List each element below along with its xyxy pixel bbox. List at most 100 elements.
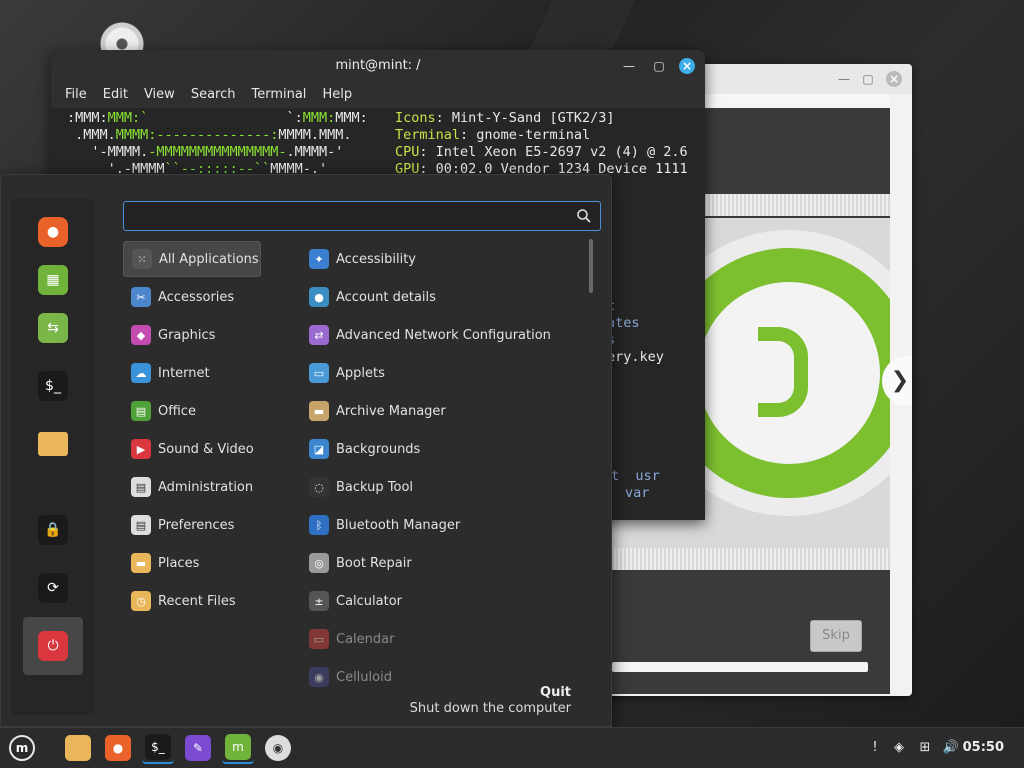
taskbar-firefox[interactable]: ● — [102, 732, 134, 764]
grid-icon: ⁙ — [132, 249, 152, 269]
app-item-calculator[interactable]: ± Calculator — [301, 583, 581, 619]
maximize-icon[interactable]: ▢ — [651, 58, 667, 74]
category-label: Places — [158, 555, 200, 571]
shield-icon[interactable]: ◈ — [890, 738, 908, 756]
minimize-icon[interactable]: — — [836, 71, 852, 87]
lock-screen-icon: 🔒 — [38, 515, 68, 545]
terminal-icon: $_ — [145, 734, 171, 760]
category-graphics[interactable]: ◆ Graphics — [123, 317, 265, 353]
neofetch-line: Icons: Mint-Y-Sand [GTK2/3] — [395, 110, 615, 126]
disc-icon: ◉ — [265, 735, 291, 761]
category-label: Recent Files — [158, 593, 236, 609]
description-title: Quit — [540, 685, 571, 700]
close-icon[interactable]: × — [679, 58, 695, 74]
graphics-icon: ◆ — [131, 325, 151, 345]
app-item-accessibility[interactable]: ✦ Accessibility — [301, 241, 581, 277]
category-label: Internet — [158, 365, 210, 381]
category-label: Preferences — [158, 517, 235, 533]
files-icon — [65, 735, 91, 761]
app-item-network-config[interactable]: ⇄ Advanced Network Configuration — [301, 317, 581, 353]
boot-repair-icon: ◎ — [309, 553, 329, 573]
app-label: Accessibility — [336, 251, 416, 267]
neofetch-line: Terminal: gnome-terminal — [395, 127, 591, 143]
app-item-backgrounds[interactable]: ◪ Backgrounds — [301, 431, 581, 467]
app-label: Backup Tool — [336, 479, 414, 495]
favorites-sidebar: ● ▦ ⇆ $_ 🔒 ⟳ ⏻ — [11, 199, 95, 715]
category-office[interactable]: ▤ Office — [123, 393, 265, 429]
app-item-bluetooth[interactable]: ᛒ Bluetooth Manager — [301, 507, 581, 543]
app-item-boot-repair[interactable]: ◎ Boot Repair — [301, 545, 581, 581]
search-box[interactable] — [123, 201, 601, 231]
app-item-applets[interactable]: ▭ Applets — [301, 355, 581, 391]
menu-view[interactable]: View — [136, 82, 183, 108]
search-input[interactable] — [132, 207, 562, 225]
category-sound-video[interactable]: ▶ Sound & Video — [123, 431, 265, 467]
applets-icon: ▭ — [309, 363, 329, 383]
backgrounds-icon: ◪ — [309, 439, 329, 459]
app-label: Advanced Network Configuration — [336, 327, 551, 343]
taskbar-files[interactable] — [62, 732, 94, 764]
category-label: Accessories — [158, 289, 235, 305]
minimize-icon[interactable]: — — [621, 58, 637, 74]
menu-search[interactable]: Search — [183, 82, 244, 108]
installer-progress-bar — [612, 662, 868, 672]
taskbar-installer[interactable]: m — [222, 732, 254, 764]
favorite-lock-screen[interactable]: 🔒 — [23, 501, 83, 559]
skip-button[interactable]: Skip — [810, 620, 862, 652]
app-label: Boot Repair — [336, 555, 412, 571]
terminal-menubar: File Edit View Search Terminal Help — [51, 82, 705, 108]
preferences-icon: ▤ — [131, 515, 151, 535]
search-icon[interactable] — [576, 208, 592, 224]
category-places[interactable]: ▬ Places — [123, 545, 265, 581]
app-item-calendar[interactable]: ▭ Calendar — [301, 621, 581, 657]
app-item-account-details[interactable]: ● Account details — [301, 279, 581, 315]
category-label: Office — [158, 403, 196, 419]
menu-file[interactable]: File — [57, 82, 95, 108]
app-label: Backgrounds — [336, 441, 421, 457]
notifications-icon[interactable]: ! — [866, 738, 884, 756]
category-internet[interactable]: ☁ Internet — [123, 355, 265, 391]
bluetooth-icon: ᛒ — [309, 515, 329, 535]
category-preferences[interactable]: ▤ Preferences — [123, 507, 265, 543]
category-label: All Applications — [159, 251, 259, 267]
favorite-quit[interactable]: ⏻ — [23, 617, 83, 675]
drawing-icon: ✎ — [185, 735, 211, 761]
taskbar-disc[interactable]: ◉ — [262, 732, 294, 764]
quit-icon: ⏻ — [38, 631, 68, 661]
calculator-icon: ± — [309, 591, 329, 611]
app-label: Applets — [336, 365, 385, 381]
installer-icon: m — [225, 734, 251, 760]
app-item-archive-manager[interactable]: ▬ Archive Manager — [301, 393, 581, 429]
category-accessories[interactable]: ✂ Accessories — [123, 279, 265, 315]
taskbar-drawing[interactable]: ✎ — [182, 732, 214, 764]
category-administration[interactable]: ▤ Administration — [123, 469, 265, 505]
app-item-backup-tool[interactable]: ◌ Backup Tool — [301, 469, 581, 505]
favorite-logout[interactable]: ⟳ — [23, 559, 83, 617]
menu-terminal[interactable]: Terminal — [243, 82, 314, 108]
category-label: Graphics — [158, 327, 216, 343]
taskbar-mint-menu-button[interactable]: m — [6, 732, 38, 764]
taskbar-terminal[interactable]: $_ — [142, 732, 174, 764]
app-list-scrollbar[interactable] — [589, 239, 593, 293]
clock[interactable]: 05:50 — [963, 740, 1004, 755]
favorite-files[interactable] — [23, 415, 83, 473]
menu-edit[interactable]: Edit — [95, 82, 136, 108]
start-menu: ● ▦ ⇆ $_ 🔒 ⟳ ⏻ ⁙ All Applications ✂ Accessories ◆ G… — [0, 174, 612, 727]
menu-help[interactable]: Help — [314, 82, 360, 108]
close-icon[interactable]: × — [886, 71, 902, 87]
files-icon — [38, 432, 68, 456]
favorite-system-settings[interactable]: ⇆ — [23, 299, 83, 357]
maximize-icon[interactable]: ▢ — [860, 71, 876, 87]
category-label: Administration — [158, 479, 254, 495]
network-icon[interactable]: ⊞ — [916, 738, 934, 756]
selection-description: Quit Shut down the computer — [410, 685, 571, 716]
celluloid-icon: ◉ — [309, 667, 329, 687]
application-list: ✦ Accessibility ● Account details ⇄ Advanced … — [301, 241, 591, 691]
volume-icon[interactable]: 🔊 — [942, 738, 960, 756]
favorite-terminal[interactable]: $_ — [23, 357, 83, 415]
mint-logo-icon: m — [9, 735, 35, 761]
category-recent-files[interactable]: ◷ Recent Files — [123, 583, 265, 619]
category-grid[interactable]: ⁙ All Applications — [123, 241, 261, 277]
backup-tool-icon: ◌ — [309, 477, 329, 497]
terminal-icon: $_ — [38, 371, 68, 401]
